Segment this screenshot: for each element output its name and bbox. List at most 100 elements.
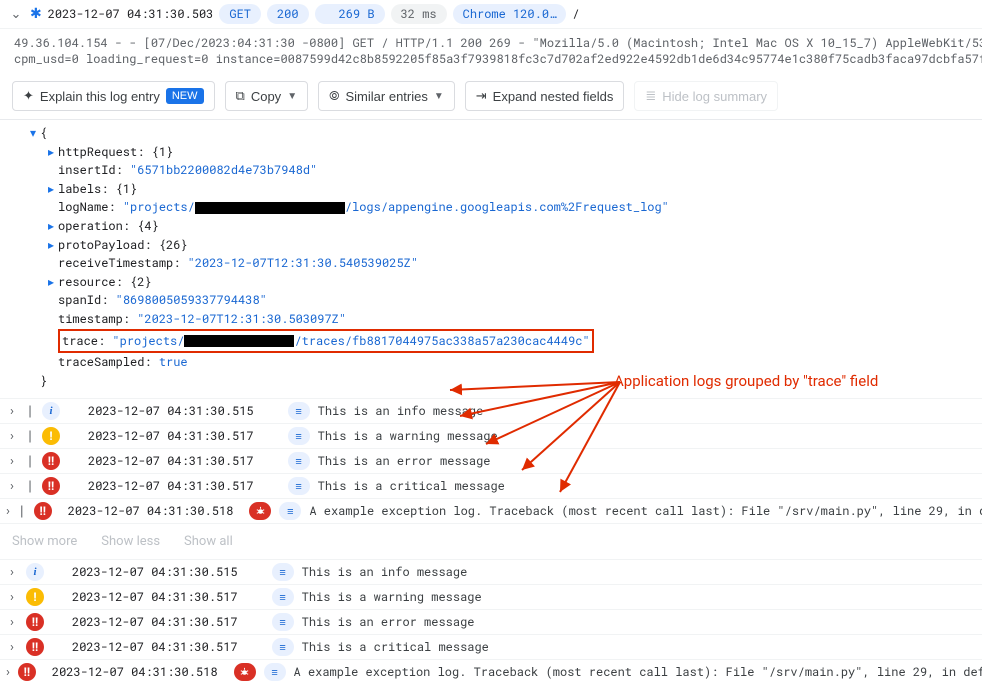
log-row[interactable]: ›! 2023-12-07 04:31:30.517 ≡ This is a warn… — [0, 584, 982, 609]
bytes-pill: 269 B — [315, 4, 385, 24]
log-row[interactable]: ›!! 2023-12-07 04:31:30.517 ≡ This is a cri… — [0, 634, 982, 659]
log-row[interactable]: ›i2023-12-07 04:31:30.515≡This is an inf… — [0, 559, 982, 584]
chevron-down-icon: ▼ — [434, 91, 444, 102]
log-message: This is an error message — [302, 614, 475, 630]
target-icon: ⦾ — [329, 88, 339, 104]
expand-icon[interactable]: ▸ — [44, 180, 58, 199]
insert-id-value[interactable]: "6571bb2200082d4e73b7948d" — [130, 161, 317, 180]
log-message: A example exception log. Traceback (most… — [309, 503, 982, 519]
expand-icon[interactable]: › — [6, 504, 10, 519]
expand-icon[interactable]: ▸ — [44, 273, 58, 292]
log-row[interactable]: › | i 2023-12-07 04:31:30.515 ≡ This is an in… — [0, 398, 982, 423]
copy-button[interactable]: ⧉ Copy ▼ — [225, 81, 309, 111]
log-timestamp: 2023-12-07 04:31:30.517 — [88, 478, 254, 494]
log-timestamp: 2023-12-07 04:31:30.517 — [88, 428, 254, 444]
severity-crit-icon: !! — [18, 663, 36, 681]
log-timestamp: 2023-12-07 04:31:30.517 — [72, 589, 238, 605]
log-message: This is an info message — [318, 403, 484, 419]
show-all-link[interactable]: Show all — [184, 534, 233, 549]
latency-pill: 32 ms — [391, 4, 447, 24]
raw-log-text: 49.36.104.154 - - [07/Dec/2023:04:31:30 … — [0, 29, 982, 73]
log-row[interactable]: ›|!!2023-12-07 04:31:30.517≡This is a cr… — [0, 473, 982, 498]
redacted-block — [195, 202, 345, 214]
log-name-value[interactable]: "projects//logs/appengine.googleapis.com… — [123, 198, 669, 217]
format-icon[interactable]: ≡ — [264, 663, 286, 681]
severity-err-icon: !! — [42, 452, 60, 470]
similar-entries-button[interactable]: ⦾ Similar entries ▼ — [318, 81, 455, 111]
show-less-link[interactable]: Show less — [101, 534, 160, 549]
group-bar: | — [26, 479, 34, 494]
format-icon[interactable]: ≡ — [272, 588, 294, 606]
format-icon[interactable]: ≡ — [288, 477, 310, 495]
log-row[interactable]: ›!! 2023-12-07 04:31:30.518 ≡ A example exc… — [0, 659, 982, 684]
collapse-icon[interactable]: ⌄ — [8, 7, 24, 22]
timestamp-value[interactable]: "2023-12-07T12:31:30.503097Z" — [137, 310, 346, 329]
expand-icon[interactable]: › — [6, 590, 18, 605]
expand-icon: ⇥ — [476, 88, 487, 104]
log-message: A example exception log. Traceback (most… — [294, 664, 982, 680]
show-more-link[interactable]: Show more — [12, 534, 77, 549]
log-message: This is a critical message — [318, 478, 505, 494]
log-row[interactable]: ›|!!2023-12-07 04:31:30.517≡This is an e… — [0, 448, 982, 473]
sparkle-icon: ✦ — [23, 88, 34, 104]
span-id-value[interactable]: "8698005059337794438" — [116, 291, 267, 310]
collapse-icon[interactable]: ▾ — [26, 124, 40, 143]
log-summary-row[interactable]: ⌄ ✱ 2023-12-07 04:31:30.503 GET 200 269 … — [0, 0, 982, 29]
log-row[interactable]: ›|!2023-12-07 04:31:30.517≡This is a war… — [0, 423, 982, 448]
format-icon[interactable]: ≡ — [288, 452, 310, 470]
expand-icon[interactable]: › — [6, 454, 18, 469]
hide-summary-button: ≣ Hide log summary — [634, 81, 778, 111]
severity-crit-icon: !! — [26, 638, 44, 656]
log-message: This is a warning message — [302, 589, 482, 605]
expand-icon[interactable]: › — [6, 665, 10, 680]
trace-field-highlighted[interactable]: trace: "projects//traces/fb8817044975ac3… — [58, 329, 594, 354]
json-body: ▾{ ▸httpRequest: {1} insertId: "6571bb22… — [0, 120, 982, 398]
log-timestamp: 2023-12-07 04:31:30.515 — [72, 564, 238, 580]
trace-sampled-value[interactable]: true — [159, 353, 188, 372]
expand-icon[interactable]: › — [6, 404, 18, 419]
expand-icon[interactable]: › — [6, 615, 18, 630]
format-icon[interactable]: ≡ — [279, 502, 301, 520]
format-icon[interactable]: ≡ — [272, 563, 294, 581]
expand-icon[interactable]: ▸ — [44, 236, 58, 255]
log-timestamp: 2023-12-07 04:31:30.518 — [68, 503, 234, 519]
chevron-down-icon: ▼ — [287, 91, 297, 102]
expand-icon[interactable]: › — [6, 640, 18, 655]
group-controls: Show more Show less Show all — [0, 523, 982, 559]
log-row[interactable]: ›!!2023-12-07 04:31:30.517≡This is an er… — [0, 609, 982, 634]
expand-nested-button[interactable]: ⇥ Expand nested fields — [465, 81, 625, 111]
log-timestamp: 2023-12-07 04:31:30.503 — [48, 6, 214, 22]
expand-icon[interactable]: › — [6, 479, 18, 494]
expand-icon[interactable]: ▸ — [44, 217, 58, 236]
format-icon[interactable]: ≡ — [272, 613, 294, 631]
http-status-pill: 200 — [267, 4, 309, 24]
new-badge: NEW — [166, 88, 204, 104]
log-timestamp: 2023-12-07 04:31:30.518 — [52, 664, 218, 680]
snowflake-icon: ✱ — [30, 6, 42, 22]
explain-button[interactable]: ✦ Explain this log entry NEW — [12, 81, 215, 111]
list-icon: ≣ — [645, 88, 656, 104]
group-bar: | — [26, 429, 34, 444]
request-path: / — [572, 6, 579, 22]
severity-info-icon: i — [42, 402, 60, 420]
bug-icon[interactable] — [249, 502, 271, 520]
log-row[interactable]: ›|!!2023-12-07 04:31:30.518≡A example ex… — [0, 498, 982, 523]
log-message: This is an error message — [318, 453, 491, 469]
expand-icon[interactable]: ▸ — [44, 143, 58, 162]
severity-warn-icon: ! — [26, 588, 44, 606]
group-bar: | — [26, 404, 34, 419]
log-timestamp: 2023-12-07 04:31:30.517 — [72, 639, 238, 655]
group-bar: | — [18, 504, 26, 519]
redacted-block — [184, 335, 294, 347]
expand-icon[interactable]: › — [6, 429, 18, 444]
copy-icon: ⧉ — [236, 88, 245, 104]
bug-icon[interactable] — [234, 663, 256, 681]
log-message: This is a critical message — [302, 639, 489, 655]
log-timestamp: 2023-12-07 04:31:30.515 — [88, 403, 254, 419]
format-icon[interactable]: ≡ — [272, 638, 294, 656]
format-icon[interactable]: ≡ — [288, 402, 310, 420]
format-icon[interactable]: ≡ — [288, 427, 310, 445]
severity-info-icon: i — [26, 563, 44, 581]
receive-ts-value[interactable]: "2023-12-07T12:31:30.540539025Z" — [188, 254, 418, 273]
expand-icon[interactable]: › — [6, 565, 18, 580]
